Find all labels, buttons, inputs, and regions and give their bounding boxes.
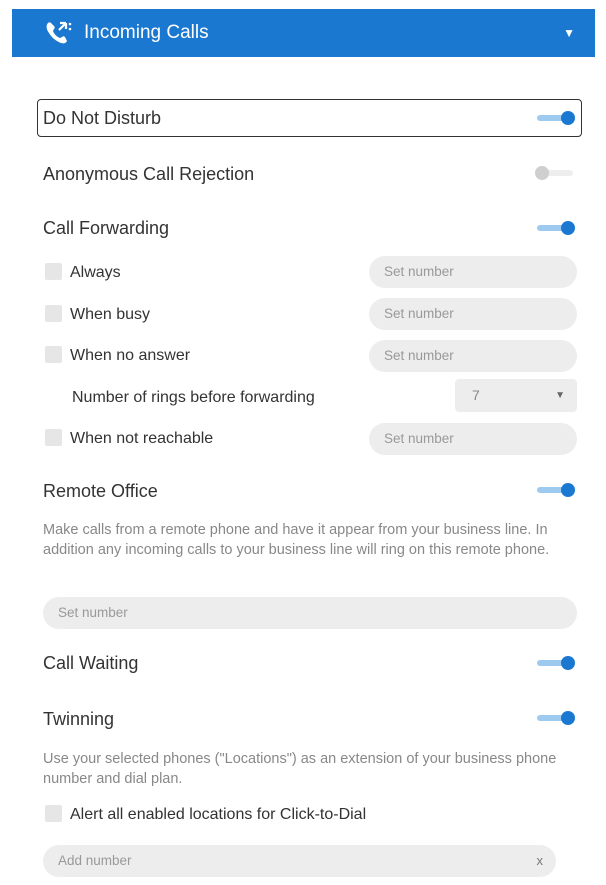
busy-number-input[interactable]: Set number: [369, 298, 577, 330]
no-answer-checkbox[interactable]: [45, 346, 62, 363]
alert-click-to-dial-label: Alert all enabled locations for Click-to…: [70, 806, 367, 823]
call-forwarding-label: Call Forwarding: [43, 218, 170, 238]
twinning-toggle[interactable]: [537, 711, 577, 725]
phone-icon: [46, 21, 72, 44]
anonymous-rejection-label: Anonymous Call Rejection: [43, 164, 255, 184]
twinning-description: Use your selected phones ("Locations") a…: [43, 751, 557, 787]
dnd-toggle[interactable]: [537, 111, 577, 125]
remote-office-label: Remote Office: [43, 481, 158, 501]
clear-icon[interactable]: x: [537, 845, 544, 877]
call-forwarding-toggle[interactable]: [537, 221, 577, 235]
no-answer-label: When no answer: [70, 347, 191, 364]
busy-checkbox[interactable]: [45, 305, 62, 322]
add-number-input[interactable]: Add number x: [43, 845, 556, 877]
remote-office-toggle[interactable]: [537, 483, 577, 497]
not-reachable-label: When not reachable: [70, 430, 214, 447]
call-waiting-toggle[interactable]: [537, 656, 577, 670]
not-reachable-checkbox[interactable]: [45, 429, 62, 446]
no-answer-number-input[interactable]: Set number: [369, 340, 577, 372]
alert-click-to-dial-checkbox[interactable]: [45, 805, 62, 822]
always-number-input[interactable]: Set number: [369, 256, 577, 288]
dnd-label: Do Not Disturb: [43, 108, 162, 128]
chevron-down-icon: ▼: [555, 390, 565, 401]
twinning-label: Twinning: [43, 709, 115, 729]
always-label: Always: [70, 264, 121, 281]
call-waiting-label: Call Waiting: [43, 653, 139, 673]
rings-label: Number of rings before forwarding: [72, 389, 315, 406]
rings-select[interactable]: 7 ▼: [455, 379, 577, 412]
remote-office-number-input[interactable]: Set number: [43, 597, 577, 629]
always-checkbox[interactable]: [45, 263, 62, 280]
not-reachable-number-input[interactable]: Set number: [369, 423, 577, 455]
remote-office-description: Make calls from a remote phone and have …: [43, 522, 550, 558]
busy-label: When busy: [70, 306, 151, 323]
header-title: Incoming Calls: [84, 22, 209, 43]
incoming-calls-header[interactable]: Incoming Calls ▼: [12, 9, 595, 57]
add-number-placeholder: Add number: [58, 853, 132, 868]
caret-down-icon[interactable]: ▼: [563, 26, 575, 40]
rings-value: 7: [472, 387, 480, 403]
anonymous-rejection-toggle[interactable]: [535, 166, 577, 180]
